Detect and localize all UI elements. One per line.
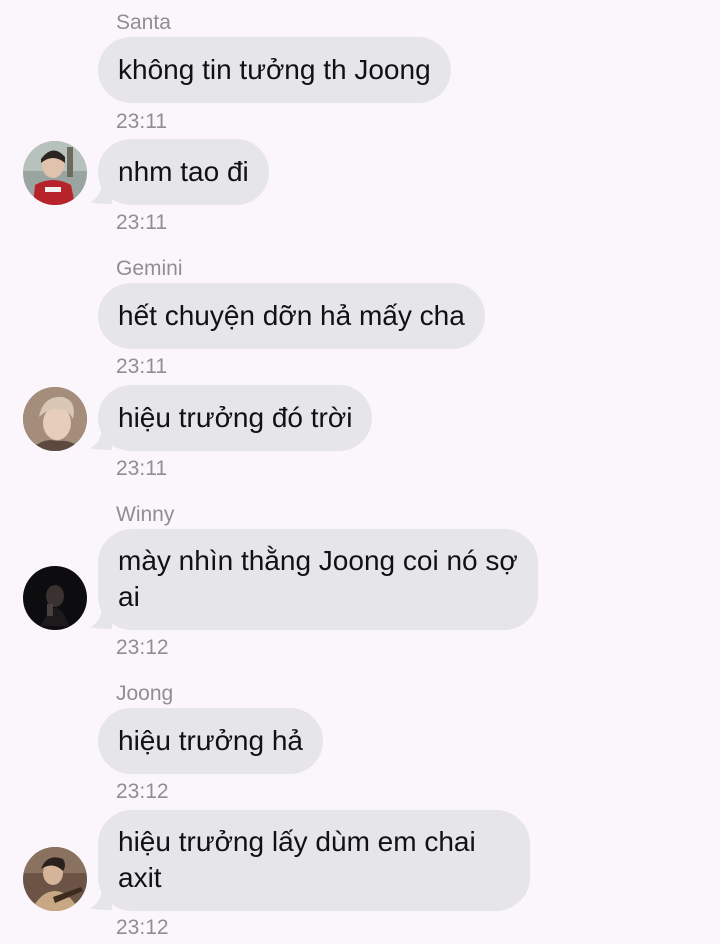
message-text: hiệu trưởng hả xyxy=(118,725,303,756)
avatar[interactable] xyxy=(23,847,87,911)
message-bubble[interactable]: hết chuyện dỡn hả mấy cha xyxy=(98,283,485,349)
message-bubble[interactable]: hiệu trưởng lấy dùm em chai axit xyxy=(98,810,530,911)
message-timestamp: 23:12 xyxy=(116,780,169,803)
message-text: hết chuyện dỡn hả mấy cha xyxy=(118,300,465,331)
avatar[interactable] xyxy=(23,141,87,205)
message-text: không tin tưởng th Joong xyxy=(118,54,431,85)
avatar-light-hair-icon xyxy=(23,387,87,451)
message-timestamp: 23:11 xyxy=(116,457,167,480)
avatar[interactable] xyxy=(23,387,87,451)
message-bubble[interactable]: hiệu trưởng đó trời xyxy=(98,385,373,451)
message-timestamp: 23:12 xyxy=(116,916,169,939)
sender-name: Winny xyxy=(116,503,175,526)
avatar-dark-icon xyxy=(23,566,87,630)
message-timestamp: 23:11 xyxy=(116,211,167,234)
avatar-red-shirt-icon xyxy=(23,141,87,205)
message-bubble[interactable]: nhm tao đi xyxy=(98,139,269,205)
message-text: mày nhìn thằng Joong coi nó sợ ai xyxy=(118,545,518,612)
message-text: nhm tao đi xyxy=(118,156,249,187)
avatar[interactable] xyxy=(23,566,87,630)
message-text: hiệu trưởng đó trời xyxy=(118,402,353,433)
sender-name: Joong xyxy=(116,682,174,705)
sender-name: Santa xyxy=(116,11,171,34)
message-bubble[interactable]: không tin tưởng th Joong xyxy=(98,37,451,103)
message-bubble[interactable]: hiệu trưởng hả xyxy=(98,708,323,774)
message-text: hiệu trưởng lấy dùm em chai axit xyxy=(118,826,476,893)
message-timestamp: 23:11 xyxy=(116,355,167,378)
message-bubble[interactable]: mày nhìn thằng Joong coi nó sợ ai xyxy=(98,529,538,630)
message-timestamp: 23:12 xyxy=(116,636,169,659)
avatar-guitar-icon xyxy=(23,847,87,911)
message-timestamp: 23:11 xyxy=(116,110,167,133)
sender-name: Gemini xyxy=(116,257,183,280)
